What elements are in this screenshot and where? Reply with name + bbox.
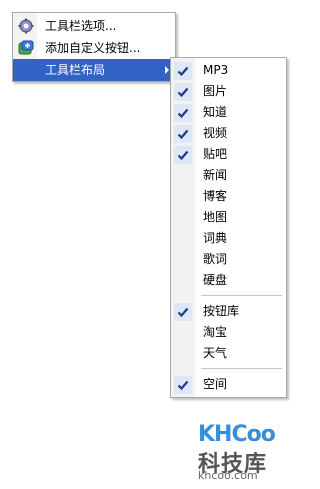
watermark-url: khcoo.com xyxy=(198,469,258,482)
submenu-item[interactable]: 博客 xyxy=(171,186,286,207)
submenu-item[interactable]: MP3 xyxy=(171,60,286,81)
submenu-item[interactable]: 淘宝 xyxy=(171,322,286,343)
checkmark-icon xyxy=(174,303,192,321)
submenu-item-label: 博客 xyxy=(203,189,228,203)
submenu-item-label: 词典 xyxy=(203,231,228,245)
submenu-item-label: 硬盘 xyxy=(203,273,228,287)
khcoo-watermark: KHCoo 科技库 khcoo.com xyxy=(188,392,288,484)
submenu-item-label: MP3 xyxy=(203,63,229,77)
submenu-item[interactable]: 地图 xyxy=(171,207,286,228)
submenu-item-label: 按钮库 xyxy=(203,304,240,318)
menu-item-add-custom-button[interactable]: 添加自定义按钮... xyxy=(13,37,175,59)
watermark-logo: KHCoo xyxy=(198,422,276,447)
submenu-item[interactable]: 视频 xyxy=(171,123,286,144)
menu-item-label: 工具栏选项... xyxy=(45,19,117,33)
chevron-right-icon xyxy=(165,66,169,74)
submenu-item[interactable]: 新闻 xyxy=(171,165,286,186)
submenu-item[interactable]: 天气 xyxy=(171,343,286,364)
menu-item-toolbar-options[interactable]: 工具栏选项... xyxy=(13,15,175,37)
submenu-item-label: 淘宝 xyxy=(203,325,228,339)
submenu-item-label: 歌词 xyxy=(203,252,228,266)
submenu-item[interactable]: 词典 xyxy=(171,228,286,249)
submenu-item-label: 贴吧 xyxy=(203,147,228,161)
add-button-icon xyxy=(18,40,34,56)
checkmark-icon xyxy=(174,104,192,122)
submenu-item[interactable]: 知道 xyxy=(171,102,286,123)
submenu-item[interactable]: 硬盘 xyxy=(171,270,286,291)
menu-item-label: 添加自定义按钮... xyxy=(45,41,141,55)
menu-separator xyxy=(201,368,282,369)
menu-item-label: 工具栏布局 xyxy=(45,63,106,77)
checkmark-icon xyxy=(174,62,192,80)
submenu-item-label: 视频 xyxy=(203,126,228,140)
submenu-item[interactable]: 图片 xyxy=(171,81,286,102)
submenu-item[interactable]: 贴吧 xyxy=(171,144,286,165)
submenu-item[interactable]: 按钮库 xyxy=(171,301,286,322)
submenu-item-label: 图片 xyxy=(203,84,228,98)
submenu-item-label: 新闻 xyxy=(203,168,228,182)
submenu-item-label: 知道 xyxy=(203,105,228,119)
submenu-item-label: 天气 xyxy=(203,346,228,360)
menu-separator xyxy=(201,295,282,296)
submenu-item[interactable]: 歌词 xyxy=(171,249,286,270)
toolbar-context-menu: 工具栏选项... 添加自定义按钮... 工具栏布局 xyxy=(12,12,176,82)
menu-item-toolbar-layout[interactable]: 工具栏布局 xyxy=(13,59,175,81)
checkmark-icon xyxy=(174,146,192,164)
toolbar-layout-submenu: MP3 图片 知道 视频 贴吧 新闻 博客 地图 词典 歌词 硬盘 按钮库 淘宝 天气 空间 xyxy=(170,57,287,398)
checkmark-icon xyxy=(174,83,192,101)
gear-icon xyxy=(18,18,34,34)
checkmark-icon xyxy=(174,125,192,143)
submenu-item-label: 地图 xyxy=(203,210,228,224)
